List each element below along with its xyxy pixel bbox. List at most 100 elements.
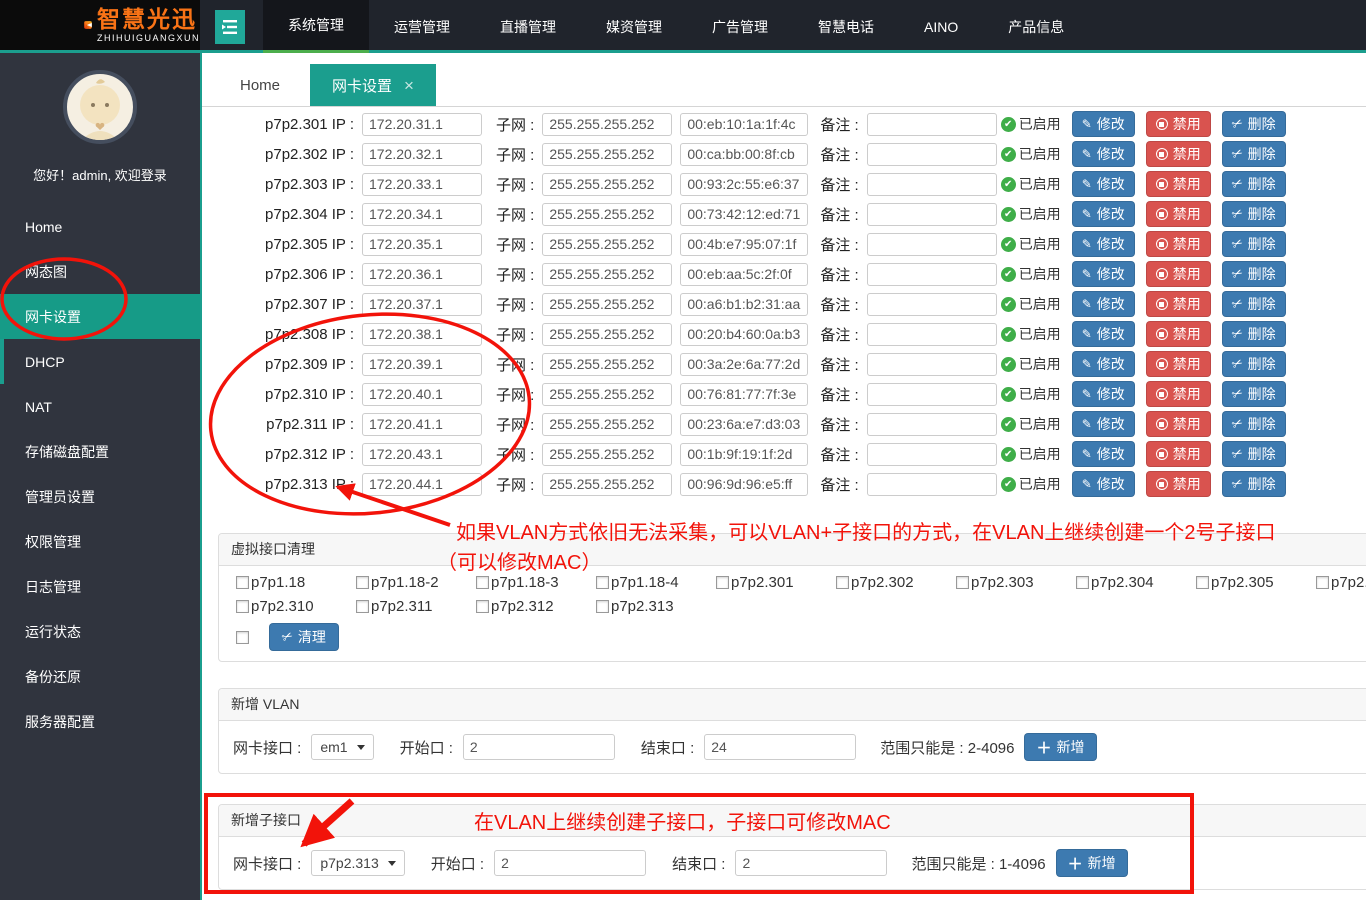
remark-input[interactable] [867, 203, 997, 226]
remark-input[interactable] [867, 293, 997, 316]
subnet-input[interactable] [542, 143, 672, 166]
ip-input[interactable] [362, 353, 482, 376]
subnet-input[interactable] [542, 233, 672, 256]
disable-button[interactable]: 禁用 [1146, 171, 1211, 197]
mac-input[interactable] [680, 473, 808, 496]
navbar-item[interactable]: 广告管理 [687, 0, 793, 53]
mac-input[interactable] [680, 293, 808, 316]
vlan-interface-select[interactable]: em1 [311, 734, 373, 760]
sidebar-item[interactable]: 日志管理 [0, 564, 200, 609]
sidebar-item[interactable]: 管理员设置 [0, 474, 200, 519]
tab-network-settings[interactable]: 网卡设置 × [310, 64, 436, 106]
disable-button[interactable]: 禁用 [1146, 351, 1211, 377]
delete-button[interactable]: ✂ 删除 [1222, 171, 1286, 197]
sidebar-item[interactable]: DHCP [0, 339, 200, 384]
mac-input[interactable] [680, 263, 808, 286]
disable-button[interactable]: 禁用 [1146, 141, 1211, 167]
sidebar-item[interactable]: 网卡设置 [0, 294, 200, 339]
navbar-item[interactable]: 媒资管理 [581, 0, 687, 53]
checkbox[interactable] [476, 600, 489, 613]
navbar-item[interactable]: 运营管理 [369, 0, 475, 53]
navbar-item[interactable]: AINO [899, 0, 983, 53]
interface-checkbox-item[interactable]: p7p2.305 [1196, 574, 1316, 591]
checkbox[interactable] [956, 576, 969, 589]
remark-input[interactable] [867, 173, 997, 196]
delete-button[interactable]: ✂ 删除 [1222, 141, 1286, 167]
subnet-input[interactable] [542, 473, 672, 496]
interface-checkbox-item[interactable]: p7p1.18 [236, 574, 356, 591]
remark-input[interactable] [867, 443, 997, 466]
interface-checkbox-item[interactable]: p7p2.304 [1076, 574, 1196, 591]
sidebar-item[interactable]: 网态图 [0, 249, 200, 294]
delete-button[interactable]: ✂ 删除 [1222, 231, 1286, 257]
subiface-add-button[interactable]: ＋ 新增 [1056, 849, 1128, 877]
ip-input[interactable] [362, 233, 482, 256]
checkbox[interactable] [1196, 576, 1209, 589]
checkbox[interactable] [236, 600, 249, 613]
ip-input[interactable] [362, 293, 482, 316]
edit-button[interactable]: ✎ 修改 [1072, 441, 1135, 467]
edit-button[interactable]: ✎ 修改 [1072, 381, 1135, 407]
disable-button[interactable]: 禁用 [1146, 261, 1211, 287]
close-icon[interactable]: × [404, 77, 414, 94]
tab-home[interactable]: Home [210, 64, 310, 106]
ip-input[interactable] [362, 473, 482, 496]
subiface-start-input[interactable] [494, 850, 646, 876]
mac-input[interactable] [680, 173, 808, 196]
checkbox[interactable] [596, 600, 609, 613]
delete-button[interactable]: ✂ 删除 [1222, 471, 1286, 497]
navbar-item[interactable]: 系统管理 [263, 0, 369, 53]
delete-button[interactable]: ✂ 删除 [1222, 201, 1286, 227]
checkbox[interactable] [356, 600, 369, 613]
remark-input[interactable] [867, 233, 997, 256]
mac-input[interactable] [680, 323, 808, 346]
checkbox[interactable] [476, 576, 489, 589]
interface-checkbox-item[interactable]: p7p2.303 [956, 574, 1076, 591]
subiface-end-input[interactable] [735, 850, 887, 876]
subnet-input[interactable] [542, 203, 672, 226]
edit-button[interactable]: ✎ 修改 [1072, 261, 1135, 287]
subnet-input[interactable] [542, 443, 672, 466]
mac-input[interactable] [680, 143, 808, 166]
checkbox[interactable] [1076, 576, 1089, 589]
clean-button[interactable]: ✂ 清理 [269, 623, 339, 651]
subnet-input[interactable] [542, 293, 672, 316]
sidebar-item[interactable]: 运行状态 [0, 609, 200, 654]
disable-button[interactable]: 禁用 [1146, 291, 1211, 317]
interface-checkbox-item[interactable]: p7p2.306 [1316, 574, 1366, 591]
ip-input[interactable] [362, 263, 482, 286]
mac-input[interactable] [680, 413, 808, 436]
checkbox[interactable] [1316, 576, 1329, 589]
edit-button[interactable]: ✎ 修改 [1072, 321, 1135, 347]
disable-button[interactable]: 禁用 [1146, 471, 1211, 497]
edit-button[interactable]: ✎ 修改 [1072, 171, 1135, 197]
remark-input[interactable] [867, 383, 997, 406]
checkbox[interactable] [596, 576, 609, 589]
sidebar-toggle-button[interactable] [215, 10, 245, 44]
delete-button[interactable]: ✂ 删除 [1222, 111, 1286, 137]
edit-button[interactable]: ✎ 修改 [1072, 231, 1135, 257]
delete-button[interactable]: ✂ 删除 [1222, 321, 1286, 347]
delete-button[interactable]: ✂ 删除 [1222, 291, 1286, 317]
remark-input[interactable] [867, 473, 997, 496]
edit-button[interactable]: ✎ 修改 [1072, 291, 1135, 317]
subnet-input[interactable] [542, 263, 672, 286]
sidebar-item[interactable]: NAT [0, 384, 200, 429]
subnet-input[interactable] [542, 113, 672, 136]
vlan-end-input[interactable] [704, 734, 856, 760]
interface-checkbox-item[interactable]: p7p2.301 [716, 574, 836, 591]
remark-input[interactable] [867, 323, 997, 346]
checkbox[interactable] [236, 576, 249, 589]
remark-input[interactable] [867, 263, 997, 286]
edit-button[interactable]: ✎ 修改 [1072, 471, 1135, 497]
navbar-item[interactable]: 智慧电话 [793, 0, 899, 53]
navbar-item[interactable]: 直播管理 [475, 0, 581, 53]
remark-input[interactable] [867, 413, 997, 436]
ip-input[interactable] [362, 383, 482, 406]
mac-input[interactable] [680, 443, 808, 466]
interface-checkbox-item[interactable]: p7p2.313 [596, 598, 716, 615]
disable-button[interactable]: 禁用 [1146, 231, 1211, 257]
subnet-input[interactable] [542, 413, 672, 436]
sidebar-item[interactable]: 备份还原 [0, 654, 200, 699]
ip-input[interactable] [362, 413, 482, 436]
